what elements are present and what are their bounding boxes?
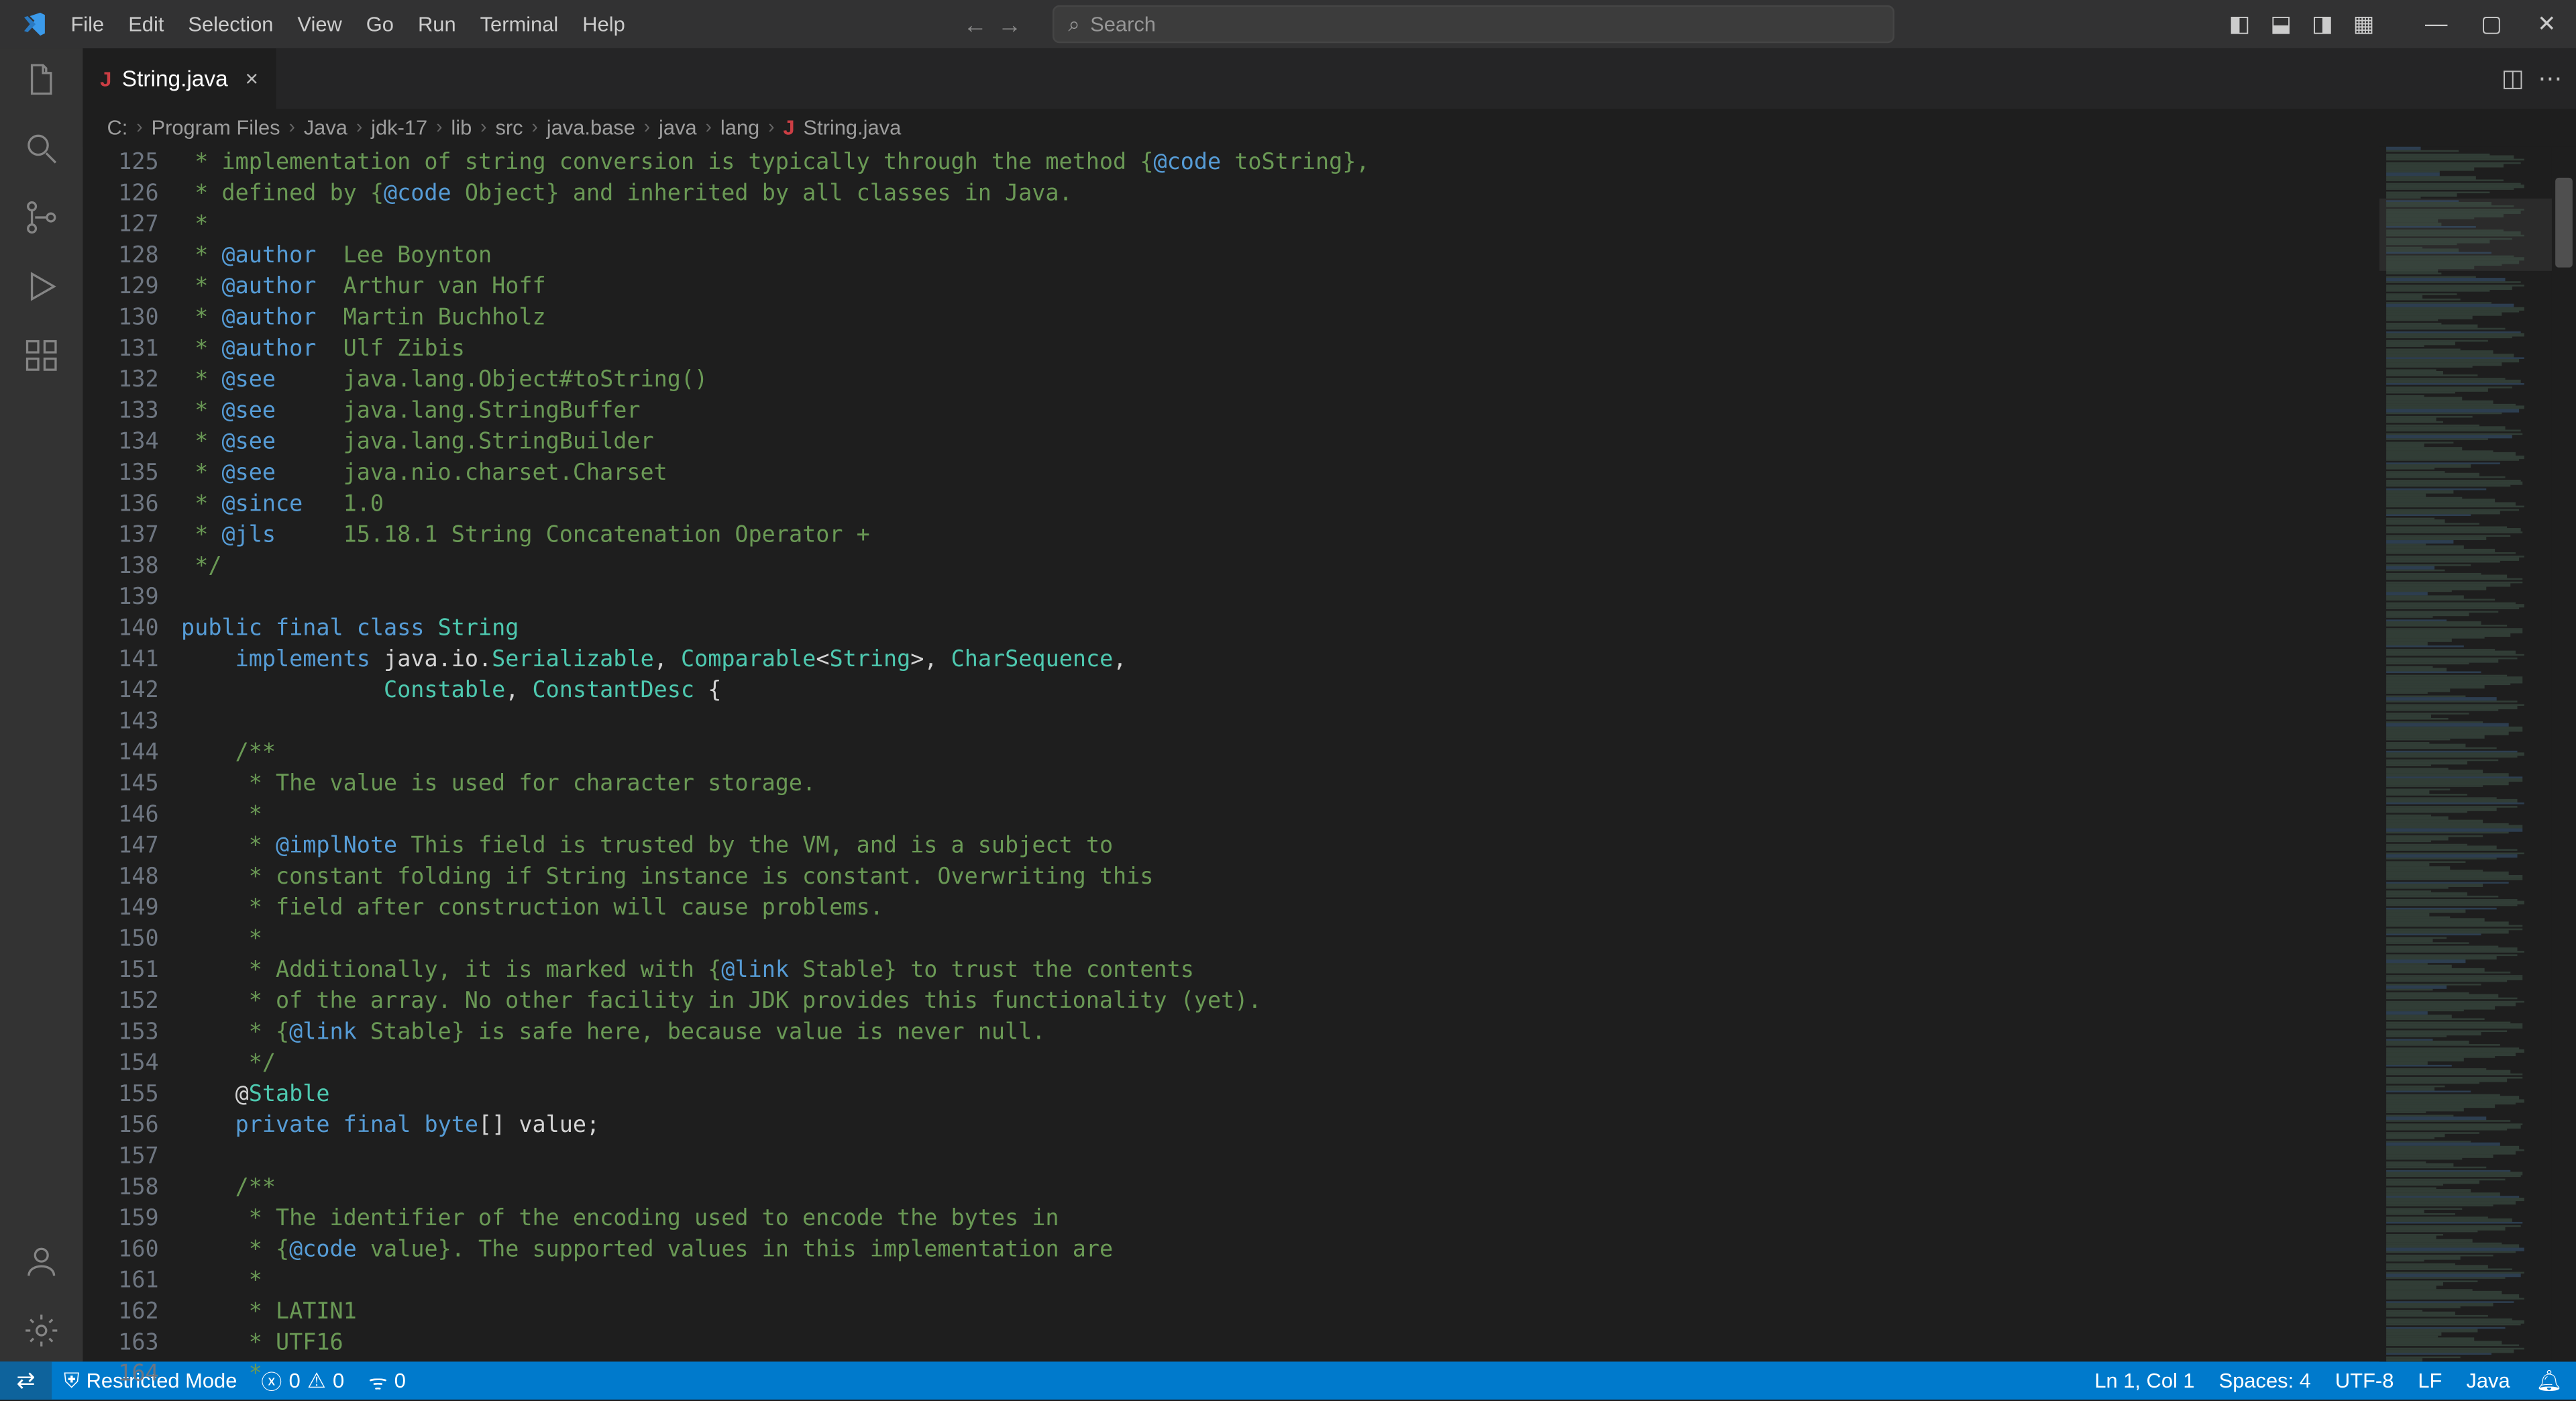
minimize-window-icon[interactable]: —	[2417, 10, 2455, 38]
menu-help[interactable]: Help	[570, 12, 637, 36]
breadcrumb[interactable]: C: › Program Files › Java › jdk-17 › lib › sr…	[83, 109, 2576, 147]
chevron-right-icon: ›	[706, 117, 712, 138]
more-actions-icon[interactable]: ⋯	[2538, 64, 2562, 93]
vscode-logo-icon	[21, 10, 48, 38]
menu-run[interactable]: Run	[406, 12, 468, 36]
settings-gear-icon[interactable]	[21, 1310, 62, 1351]
breadcrumb-seg[interactable]: Java	[304, 115, 347, 140]
minimap[interactable]	[2379, 147, 2552, 1362]
activity-bar	[0, 48, 83, 1361]
java-file-icon: J	[783, 115, 794, 140]
breadcrumb-seg[interactable]: lib	[451, 115, 472, 140]
code-content[interactable]: * implementation of string conversion is…	[179, 147, 2379, 1362]
breadcrumb-seg[interactable]: jdk-17	[371, 115, 427, 140]
menu-go[interactable]: Go	[354, 12, 406, 36]
search-placeholder: Search	[1090, 12, 1156, 36]
status-eol[interactable]: LF	[2406, 1369, 2454, 1393]
chevron-right-icon: ›	[531, 117, 537, 138]
chevron-right-icon: ›	[288, 117, 294, 138]
chevron-right-icon: ›	[356, 117, 362, 138]
tab-string-java[interactable]: J String.java ×	[83, 48, 277, 109]
chevron-right-icon: ›	[136, 117, 142, 138]
breadcrumb-seg[interactable]: java	[659, 115, 697, 140]
shield-icon: ⛨	[64, 1367, 79, 1394]
status-language[interactable]: Java	[2454, 1369, 2522, 1393]
source-control-icon[interactable]	[21, 197, 62, 238]
java-file-icon: J	[100, 66, 111, 91]
menu-bar: File Edit Selection View Go Run Terminal…	[58, 12, 637, 36]
tab-label: String.java	[122, 66, 228, 92]
code-editor[interactable]: 1251261271281291301311321331341351361371…	[83, 147, 2576, 1362]
breadcrumb-seg[interactable]: lang	[720, 115, 759, 140]
notifications-bell-icon[interactable]: 🔔︎	[2522, 1369, 2576, 1393]
customize-layout-icon[interactable]: ▦	[2345, 10, 2383, 38]
scrollbar-thumb[interactable]	[2555, 178, 2573, 268]
close-window-icon[interactable]: ✕	[2528, 10, 2566, 38]
search-activity-icon[interactable]	[21, 127, 62, 169]
explorer-icon[interactable]	[21, 58, 62, 100]
chevron-right-icon: ›	[480, 117, 486, 138]
toggle-panel-icon[interactable]: ⬓	[2262, 10, 2300, 38]
nav-back-icon[interactable]: ←	[963, 10, 987, 38]
breadcrumb-file[interactable]: String.java	[803, 115, 901, 140]
breadcrumb-seg[interactable]: C:	[107, 115, 127, 140]
chevron-right-icon: ›	[436, 117, 442, 138]
nav-forward-icon[interactable]: →	[998, 10, 1022, 38]
tab-close-icon[interactable]: ×	[246, 66, 259, 92]
vertical-scrollbar[interactable]	[2552, 147, 2576, 1362]
toggle-primary-sidebar-icon[interactable]: ◧	[2220, 10, 2259, 38]
menu-selection[interactable]: Selection	[176, 12, 285, 36]
toggle-secondary-sidebar-icon[interactable]: ◨	[2304, 10, 2342, 38]
extensions-icon[interactable]	[21, 335, 62, 376]
menu-file[interactable]: File	[58, 12, 116, 36]
remote-indicator-icon[interactable]: ⇄	[0, 1361, 52, 1400]
breadcrumb-seg[interactable]: Program Files	[151, 115, 280, 140]
chevron-right-icon: ›	[644, 117, 650, 138]
breadcrumb-seg[interactable]: java.base	[547, 115, 635, 140]
accounts-icon[interactable]	[21, 1241, 62, 1282]
editor-tabs: J String.java × ◫ ⋯	[83, 48, 2576, 109]
line-number-gutter: 1251261271281291301311321331341351361371…	[83, 147, 179, 1362]
search-icon: ⌕	[1068, 11, 1079, 38]
run-debug-icon[interactable]	[21, 266, 62, 307]
menu-terminal[interactable]: Terminal	[468, 12, 571, 36]
nav-arrows: ← →	[963, 10, 1022, 38]
menu-view[interactable]: View	[285, 12, 354, 36]
title-bar: File Edit Selection View Go Run Terminal…	[0, 0, 2576, 48]
menu-edit[interactable]: Edit	[116, 12, 176, 36]
split-editor-icon[interactable]: ◫	[2502, 64, 2524, 93]
breadcrumb-seg[interactable]: src	[495, 115, 523, 140]
maximize-window-icon[interactable]: ▢	[2473, 10, 2511, 38]
chevron-right-icon: ›	[768, 117, 774, 138]
command-center-search[interactable]: ⌕ Search	[1053, 5, 1894, 44]
